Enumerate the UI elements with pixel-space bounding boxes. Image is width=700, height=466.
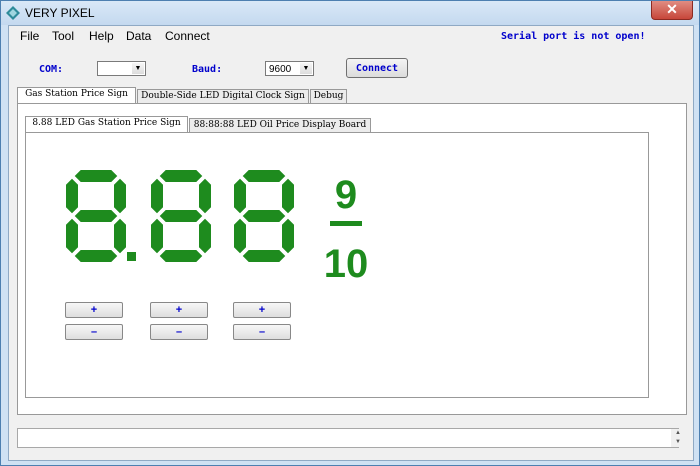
scroll-up-icon[interactable]: ▲ (671, 429, 685, 438)
fraction-denominator: 10 (324, 242, 369, 286)
digit-1-plus-button[interactable]: + (65, 302, 123, 318)
segment-f (65, 177, 79, 215)
segment-c (198, 217, 212, 255)
digit-2-plus-button[interactable]: + (150, 302, 208, 318)
close-button[interactable]: ✕ (651, 1, 693, 20)
log-scrollbar[interactable]: ▲ ▼ (671, 429, 685, 447)
log-output-box[interactable] (17, 428, 679, 448)
client-area: File Tool Help Data Connect Serial port … (8, 25, 694, 461)
seven-segment-display: 9 10 (65, 169, 369, 286)
segment-f (233, 177, 247, 215)
segment-e (65, 217, 79, 255)
segment-g (241, 209, 287, 223)
title-bar: VERY PIXEL ✕ (1, 1, 699, 25)
segment-e (150, 217, 164, 255)
segment-g (158, 209, 204, 223)
segment-a (241, 169, 287, 183)
segment-a (73, 169, 119, 183)
digit-2 (150, 169, 212, 263)
decimal-point (127, 252, 136, 261)
app-logo-icon (6, 6, 20, 20)
segment-e (233, 217, 247, 255)
digit-1-minus-button[interactable]: – (65, 324, 123, 340)
digit-2-minus-button[interactable]: – (150, 324, 208, 340)
fraction-numerator: 9 (335, 173, 357, 217)
segment-b (198, 177, 212, 215)
digit-3-minus-button[interactable]: – (233, 324, 291, 340)
segment-g (73, 209, 119, 223)
segment-d (241, 249, 287, 263)
segment-d (158, 249, 204, 263)
segment-f (150, 177, 164, 215)
scroll-down-icon[interactable]: ▼ (671, 438, 685, 447)
window-title: VERY PIXEL (25, 6, 95, 20)
digit-1 (65, 169, 127, 263)
segment-a (158, 169, 204, 183)
segment-b (281, 177, 295, 215)
segment-d (73, 249, 119, 263)
segment-b (113, 177, 127, 215)
fraction-bar (330, 221, 362, 226)
digit-3 (233, 169, 295, 263)
digit-3-plus-button[interactable]: + (233, 302, 291, 318)
main-window: VERY PIXEL ✕ File Tool Help Data Connect… (0, 0, 700, 466)
segment-c (281, 217, 295, 255)
segment-c (113, 217, 127, 255)
